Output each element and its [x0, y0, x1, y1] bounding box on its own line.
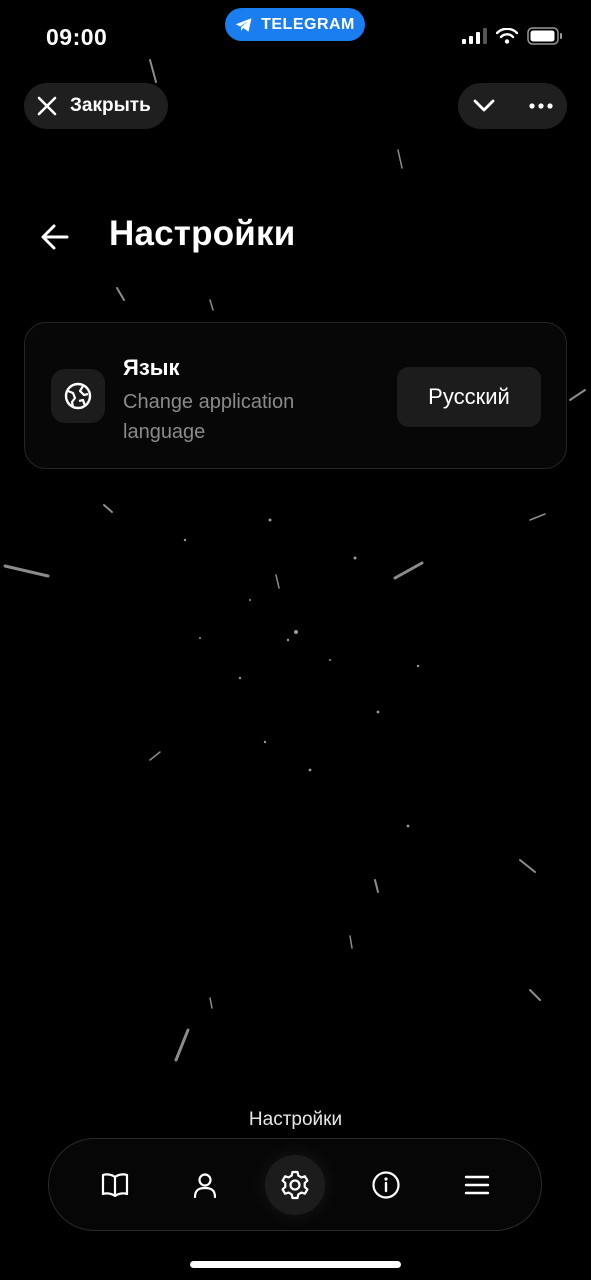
- back-button[interactable]: [38, 220, 72, 254]
- gear-icon: [281, 1170, 309, 1200]
- nav-settings[interactable]: [265, 1155, 325, 1215]
- nav-menu[interactable]: [447, 1155, 507, 1215]
- profile-icon: [193, 1173, 217, 1199]
- nav-info[interactable]: [356, 1155, 416, 1215]
- more-icon[interactable]: [528, 93, 554, 119]
- status-time: 09:00: [46, 24, 108, 50]
- close-button-label: Закрыть: [70, 95, 151, 116]
- menu-icon: [464, 1175, 490, 1195]
- top-menu-group: [458, 83, 567, 129]
- starfield-background: [3, 59, 586, 1062]
- telegram-icon: [235, 17, 252, 32]
- back-arrow-icon: [41, 224, 69, 250]
- bottom-nav-bar: [48, 1138, 542, 1231]
- language-select-button[interactable]: Русский: [397, 367, 541, 427]
- nav-profile[interactable]: [175, 1155, 235, 1215]
- telegram-pill-label: TELEGRAM: [261, 15, 355, 33]
- globe-icon: [51, 369, 105, 423]
- info-icon: [372, 1171, 400, 1199]
- signal-icon: [462, 28, 487, 44]
- language-setting-title: Язык: [123, 355, 180, 380]
- close-button[interactable]: Закрыть: [24, 83, 168, 129]
- language-setting-subtitle: Change application language: [123, 391, 295, 443]
- home-indicator[interactable]: [190, 1261, 401, 1268]
- book-icon: [101, 1173, 129, 1198]
- telegram-mini-app-screen: 09:00 TELEGRAM Закрыть Настройки Язык Ch…: [0, 0, 591, 1280]
- status-icons: [462, 27, 563, 45]
- telegram-pill[interactable]: TELEGRAM: [225, 8, 365, 41]
- close-icon: [37, 96, 57, 116]
- battery-icon: [527, 27, 562, 45]
- page-title: Настройки: [109, 214, 296, 253]
- chevron-down-icon[interactable]: [471, 93, 497, 119]
- nav-library[interactable]: [85, 1155, 145, 1215]
- active-tab-tooltip: Настройки: [248, 1109, 343, 1130]
- language-setting-card: Язык Change application language Русский: [24, 322, 567, 469]
- wifi-icon: [496, 28, 518, 44]
